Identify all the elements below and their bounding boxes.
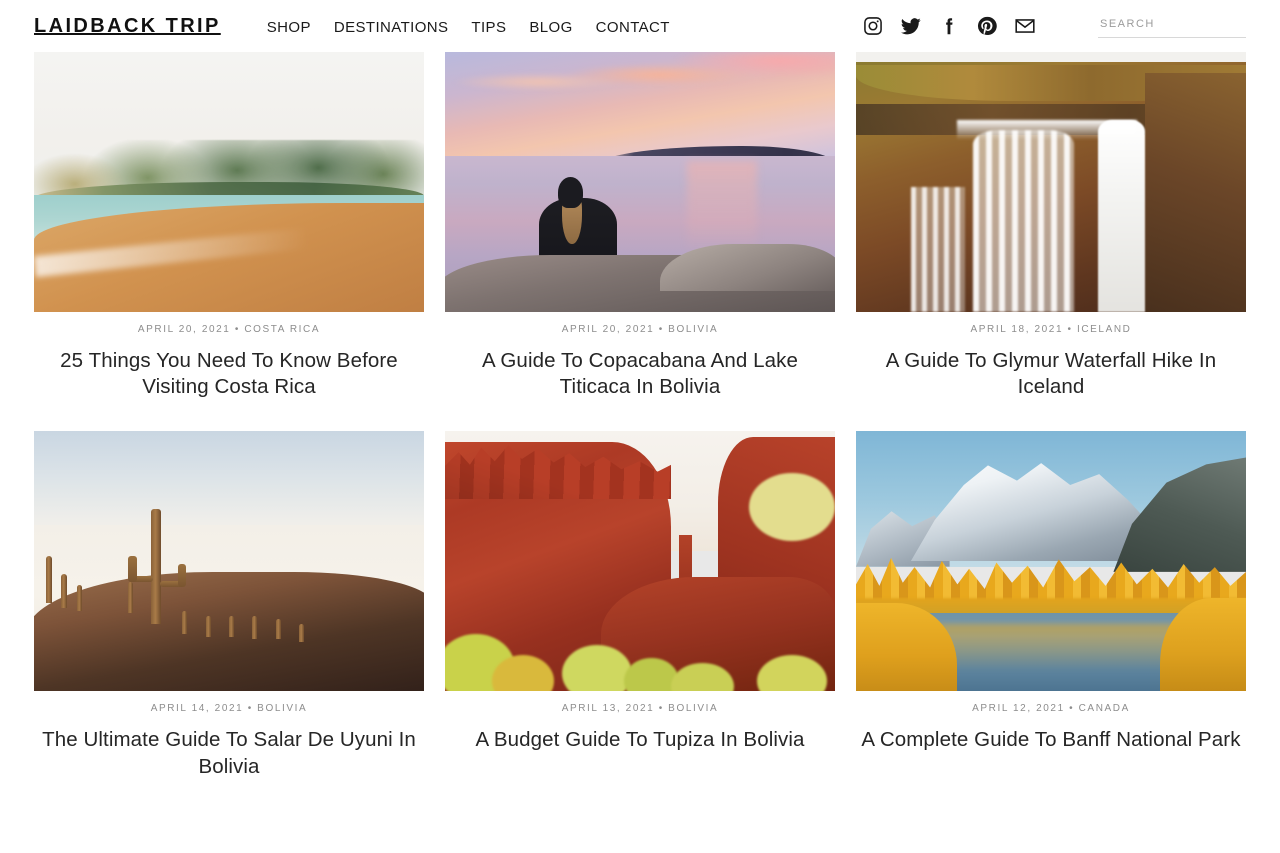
- post-card[interactable]: APRIL 18, 2021 • ICELAND A Guide To Glym…: [856, 52, 1246, 400]
- grid-row-spacer: [445, 400, 835, 431]
- nav-item-contact[interactable]: CONTACT: [596, 20, 670, 35]
- post-title[interactable]: 25 Things You Need To Know Before Visiti…: [34, 348, 424, 400]
- post-thumbnail-uyuni[interactable]: [34, 431, 424, 692]
- post-grid: APRIL 20, 2021 • COSTA RICA 25 Things Yo…: [0, 52, 1280, 780]
- instagram-icon[interactable]: [862, 15, 884, 37]
- post-meta: APRIL 20, 2021 • COSTA RICA: [137, 324, 321, 335]
- search-input[interactable]: [1098, 18, 1246, 32]
- post-card[interactable]: APRIL 20, 2021 • BOLIVIA A Guide To Copa…: [445, 52, 835, 400]
- photo-beach: [34, 52, 424, 312]
- nav-item-destinations[interactable]: DESTINATIONS: [334, 20, 449, 35]
- grid-row-spacer: [34, 400, 424, 431]
- post-thumbnail-copacabana[interactable]: [445, 52, 835, 312]
- post-meta: APRIL 18, 2021 • ICELAND: [970, 324, 1132, 335]
- post-meta: APRIL 12, 2021 • CANADA: [972, 703, 1130, 715]
- photo-red-rocks: [445, 431, 835, 692]
- photo-waterfall: [856, 52, 1246, 312]
- post-thumbnail-banff[interactable]: [856, 431, 1246, 692]
- social-links: [862, 15, 1036, 37]
- post-card[interactable]: APRIL 20, 2021 • COSTA RICA 25 Things Yo…: [34, 52, 424, 400]
- site-header: LAIDBACK TRIP SHOP DESTINATIONS TIPS BLO…: [0, 0, 1280, 52]
- post-meta: APRIL 20, 2021 • BOLIVIA: [561, 324, 719, 335]
- post-thumbnail-glymur[interactable]: [856, 52, 1246, 312]
- facebook-icon[interactable]: [938, 15, 960, 37]
- twitter-icon[interactable]: [900, 15, 922, 37]
- post-title[interactable]: A Complete Guide To Banff National Park: [856, 727, 1246, 753]
- photo-mountain-lake: [856, 431, 1246, 692]
- header-right-cluster: [862, 14, 1246, 38]
- post-card[interactable]: APRIL 13, 2021 • BOLIVIA A Budget Guide …: [445, 431, 835, 779]
- pinterest-icon[interactable]: [976, 15, 998, 37]
- site-logo[interactable]: LAIDBACK TRIP: [34, 16, 221, 36]
- photo-cactus-salt-flat: [34, 431, 424, 692]
- nav-item-shop[interactable]: SHOP: [267, 20, 311, 35]
- search-field-wrapper: [1098, 14, 1246, 38]
- post-title[interactable]: A Guide To Copacabana And Lake Titicaca …: [445, 348, 835, 400]
- post-thumbnail-tupiza[interactable]: [445, 431, 835, 692]
- post-meta: APRIL 14, 2021 • BOLIVIA: [150, 703, 308, 715]
- main-navigation: SHOP DESTINATIONS TIPS BLOG CONTACT: [267, 20, 670, 35]
- post-thumbnail-costa-rica[interactable]: [34, 52, 424, 312]
- post-title[interactable]: A Budget Guide To Tupiza In Bolivia: [445, 727, 835, 753]
- post-title[interactable]: The Ultimate Guide To Salar De Uyuni In …: [34, 727, 424, 779]
- email-icon[interactable]: [1014, 15, 1036, 37]
- post-card[interactable]: APRIL 14, 2021 • BOLIVIA The Ultimate Gu…: [34, 431, 424, 779]
- post-card[interactable]: APRIL 12, 2021 • CANADA A Complete Guide…: [856, 431, 1246, 779]
- post-title[interactable]: A Guide To Glymur Waterfall Hike In Icel…: [856, 348, 1246, 400]
- grid-row-spacer: [856, 400, 1246, 431]
- post-meta: APRIL 13, 2021 • BOLIVIA: [561, 703, 719, 715]
- photo-sunset-lake: [445, 52, 835, 312]
- nav-item-tips[interactable]: TIPS: [471, 20, 506, 35]
- nav-item-blog[interactable]: BLOG: [529, 20, 572, 35]
